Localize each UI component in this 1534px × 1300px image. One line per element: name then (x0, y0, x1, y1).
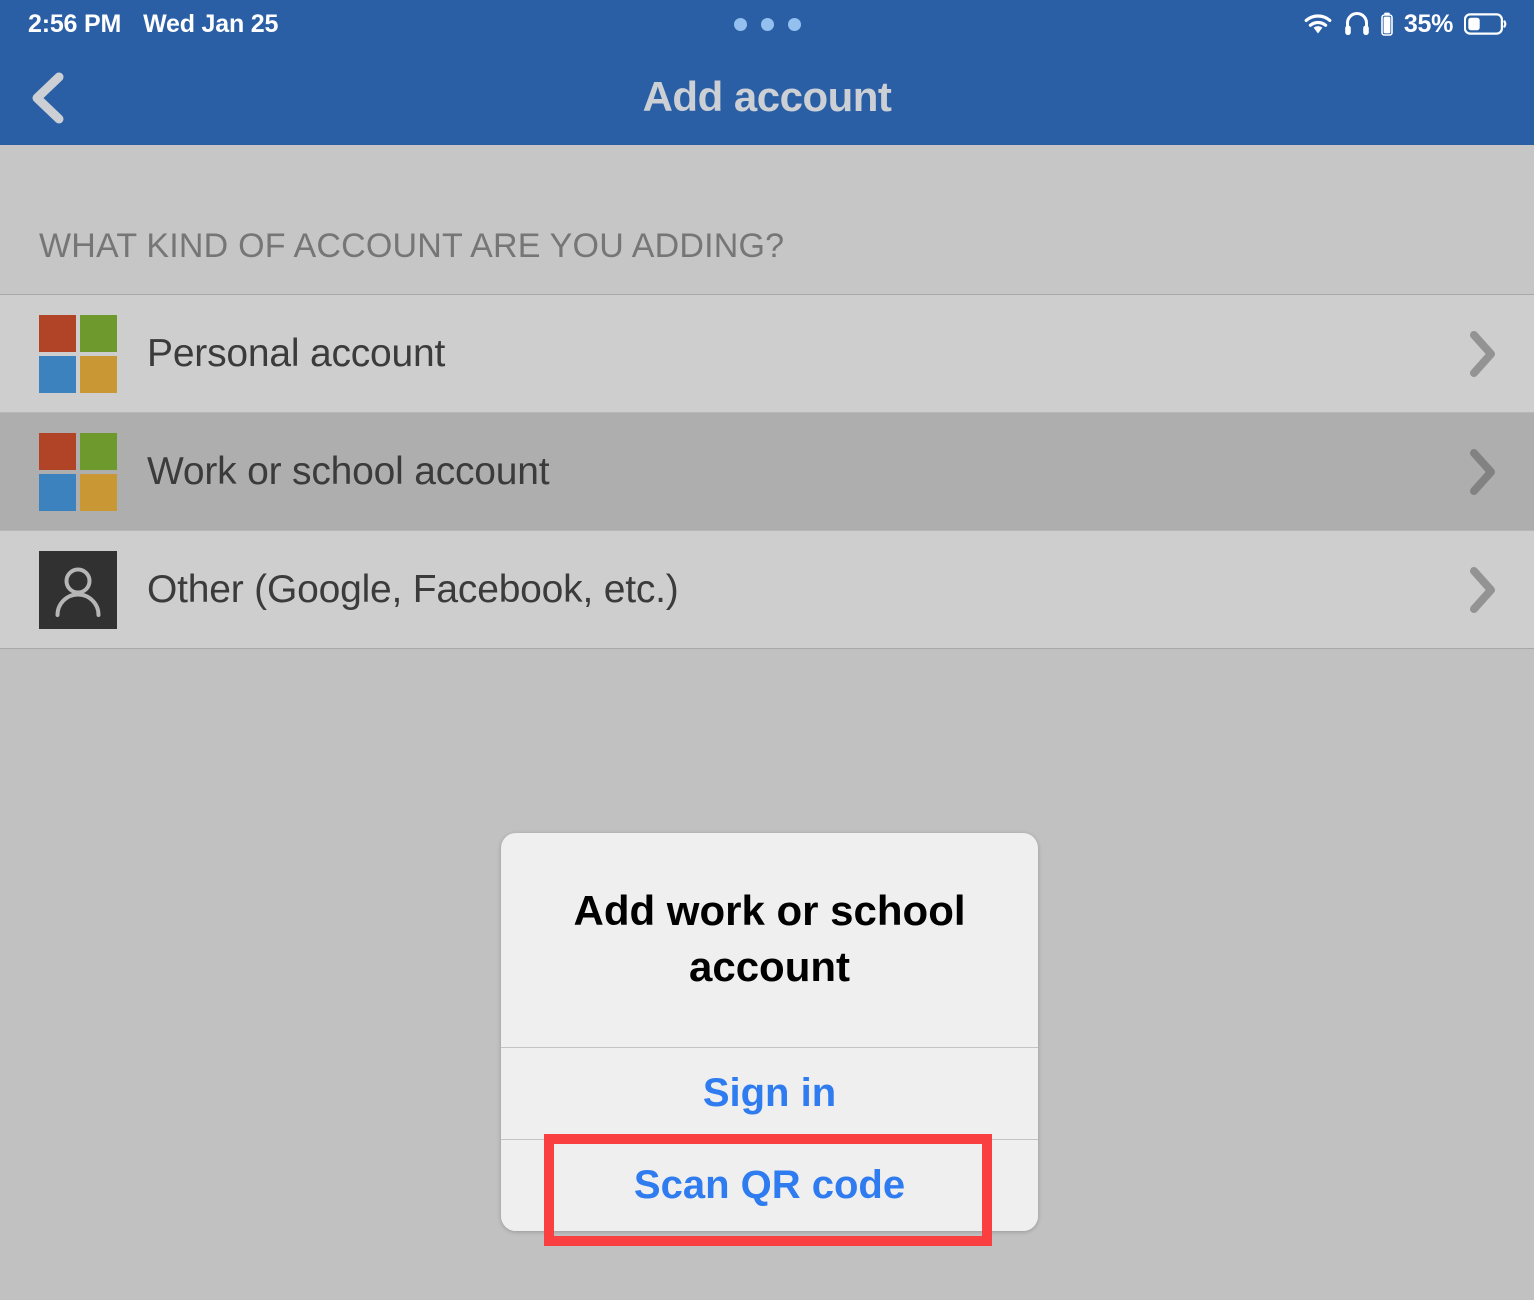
alert-title: Add work or school account (501, 833, 1038, 1048)
navigation-bar: Add account (0, 48, 1534, 145)
battery-percent-label: 35% (1403, 9, 1453, 38)
chevron-right-icon (1470, 566, 1496, 613)
wifi-icon (1303, 12, 1333, 36)
alert-action-sign-in[interactable]: Sign in (501, 1047, 1038, 1140)
list-item-label: Work or school account (147, 449, 550, 493)
alert-action-scan-qr-code[interactable]: Scan QR code (501, 1139, 1038, 1231)
list-item-other-account[interactable]: Other (Google, Facebook, etc.) (0, 531, 1534, 649)
multitask-dots-icon (733, 17, 801, 31)
microsoft-logo-icon (39, 432, 117, 511)
chevron-right-icon (1470, 330, 1496, 377)
status-bar: 2:56 PM Wed Jan 25 35% (0, 0, 1534, 48)
section-header: WHAT KIND OF ACCOUNT ARE YOU ADDING? (0, 145, 1534, 295)
list-item-work-or-school-account[interactable]: Work or school account (0, 413, 1534, 531)
status-date: Wed Jan 25 (143, 9, 279, 38)
chevron-right-icon (1470, 448, 1496, 495)
status-bar-left: 2:56 PM Wed Jan 25 (28, 10, 278, 39)
list-item-label: Personal account (147, 331, 446, 375)
list-item-label: Other (Google, Facebook, etc.) (147, 567, 679, 611)
person-icon (39, 550, 117, 629)
headphones-battery-icon (1381, 12, 1393, 36)
status-bar-right: 35% (1303, 0, 1508, 48)
status-time: 2:56 PM (28, 9, 122, 38)
account-type-list: Personal account Work or school account (0, 295, 1534, 649)
microsoft-logo-icon (39, 314, 117, 393)
list-item-personal-account[interactable]: Personal account (0, 295, 1534, 413)
page-title: Add account (642, 72, 892, 120)
alert-dialog: Add work or school account Sign in Scan … (501, 833, 1038, 1231)
headphones-icon (1344, 11, 1370, 37)
battery-icon (1463, 12, 1508, 36)
